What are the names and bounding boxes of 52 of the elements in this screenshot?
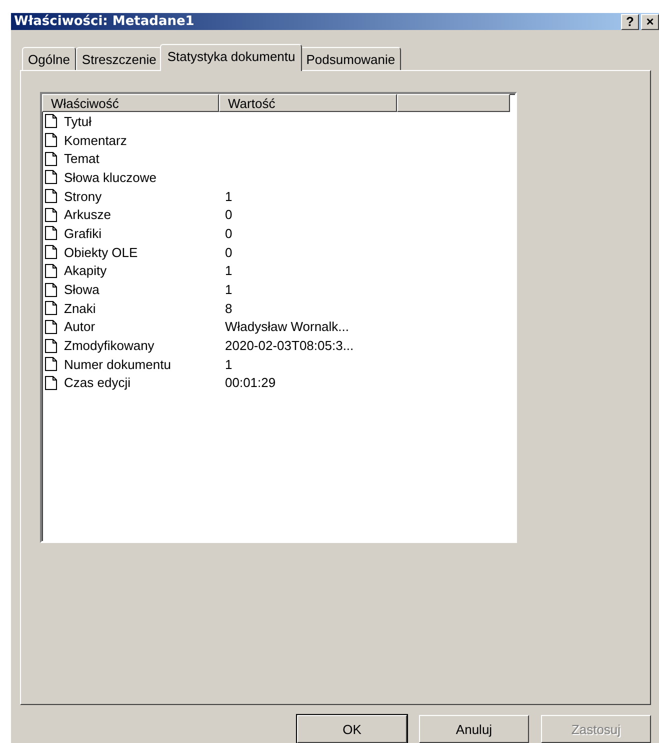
property-name: Czas edycji <box>64 375 130 390</box>
property-name: Autor <box>64 319 96 334</box>
property-name: Znaki <box>64 300 96 316</box>
tab[interactable]: Statystyka dokumentu <box>160 44 302 71</box>
document-icon <box>45 245 57 260</box>
property-name: Grafiki <box>64 226 102 241</box>
document-icon <box>45 376 57 390</box>
property-name: Obiekty OLE <box>64 244 138 260</box>
property-value: 1 <box>225 356 232 372</box>
property-value: 1 <box>225 263 232 278</box>
document-icon <box>45 114 57 128</box>
dialog-button[interactable]: Anuluj <box>419 715 529 743</box>
document-icon <box>45 320 57 334</box>
dialog-button[interactable]: OK <box>297 715 407 743</box>
tab[interactable]: Ogólne <box>22 47 76 71</box>
document-icon <box>45 226 57 240</box>
property-value: 0 <box>225 207 232 222</box>
document-icon <box>45 338 57 353</box>
property-name: Zmodyfikowany <box>64 338 154 354</box>
document-icon <box>45 152 57 166</box>
property-name: Strony <box>64 188 102 204</box>
tab[interactable]: Streszczenie <box>76 47 162 71</box>
property-name: Tytuł <box>64 114 92 129</box>
document-icon <box>45 357 57 372</box>
column-header[interactable]: Wartość <box>219 94 397 112</box>
help-button[interactable]: ? <box>621 14 639 30</box>
property-value: 00:01:29 <box>225 375 276 390</box>
document-icon <box>45 301 57 316</box>
column-header[interactable]: Właściwość <box>42 94 219 112</box>
property-value: 8 <box>225 300 232 316</box>
document-icon <box>45 264 57 278</box>
close-button[interactable]: × <box>641 14 659 30</box>
document-icon <box>45 282 57 297</box>
property-value: 1 <box>225 282 232 298</box>
property-name: Słowa kluczowe <box>64 170 156 185</box>
document-icon <box>45 208 57 222</box>
property-name: Komentarz <box>64 132 127 148</box>
document-icon <box>45 133 57 148</box>
property-name: Temat <box>64 151 100 166</box>
property-value: 0 <box>225 226 232 241</box>
property-value: Władysław Wornalk... <box>225 319 350 334</box>
property-value: 0 <box>225 244 232 260</box>
window-title: Właściwości: Metadane1 <box>14 14 194 29</box>
property-name: Numer dokumentu <box>64 356 171 372</box>
document-icon <box>45 170 57 184</box>
tab[interactable]: Podsumowanie <box>300 47 402 71</box>
property-value: 2020-02-03T08:05:3... <box>225 338 354 354</box>
property-name: Akapity <box>64 263 107 278</box>
property-name: Arkusze <box>64 207 111 222</box>
property-value: 1 <box>225 188 232 204</box>
document-icon <box>45 189 57 204</box>
property-name: Słowa <box>64 282 100 298</box>
